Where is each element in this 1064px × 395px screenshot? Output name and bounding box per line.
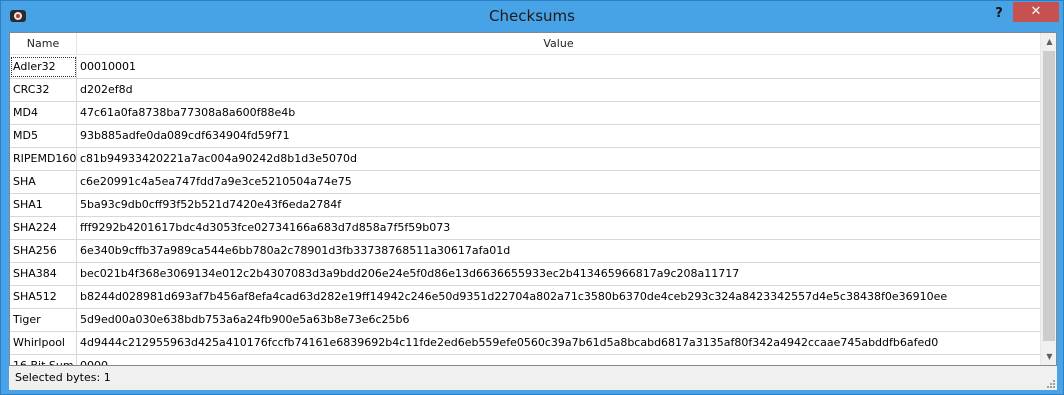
row-name[interactable]: SHA512 <box>10 286 77 308</box>
table-header: Name Value <box>10 33 1040 55</box>
checksums-window: Checksums ? ✕ Name Value Adler32 0001000… <box>0 0 1064 395</box>
column-header-name[interactable]: Name <box>10 33 77 55</box>
table-row[interactable]: SHA c6e20991c4a5ea747fdd7a9e3ce5210504a7… <box>10 171 1040 194</box>
row-value[interactable]: 00010001 <box>77 56 1040 78</box>
scrollbar-thumb[interactable] <box>1043 51 1055 341</box>
checksums-table: Name Value Adler32 00010001 CRC32 d202ef… <box>9 32 1057 366</box>
dialog-content: Name Value Adler32 00010001 CRC32 d202ef… <box>9 32 1057 390</box>
row-name[interactable]: Whirlpool <box>10 332 77 354</box>
row-value[interactable]: 5ba93c9db0cff93f52b521d7420e43f6eda2784f <box>77 194 1040 216</box>
table-row[interactable]: Whirlpool 4d9444c212955963d425a410176fcc… <box>10 332 1040 355</box>
row-name[interactable]: SHA <box>10 171 77 193</box>
row-value[interactable]: bec021b4f368e3069134e012c2b4307083d3a9bd… <box>77 263 1040 285</box>
table-body: Adler32 00010001 CRC32 d202ef8d MD4 47c6… <box>10 56 1040 365</box>
arrow-up-icon[interactable]: ▲ <box>1041 33 1056 50</box>
row-value[interactable]: 0000 <box>77 355 1040 365</box>
table-row[interactable]: SHA1 5ba93c9db0cff93f52b521d7420e43f6eda… <box>10 194 1040 217</box>
table-row[interactable]: SHA256 6e340b9cffb37a989ca544e6bb780a2c7… <box>10 240 1040 263</box>
row-value[interactable]: c81b94933420221a7ac004a90242d8b1d3e5070d <box>77 148 1040 170</box>
row-value[interactable]: d202ef8d <box>77 79 1040 101</box>
column-header-value[interactable]: Value <box>77 33 1040 55</box>
row-value[interactable]: c6e20991c4a5ea747fdd7a9e3ce5210504a74e75 <box>77 171 1040 193</box>
table-row[interactable]: SHA224 fff9292b4201617bdc4d3053fce027341… <box>10 217 1040 240</box>
table-row[interactable]: RIPEMD160 c81b94933420221a7ac004a90242d8… <box>10 148 1040 171</box>
row-value[interactable]: fff9292b4201617bdc4d3053fce02734166a683d… <box>77 217 1040 239</box>
resize-grip-icon[interactable] <box>1045 378 1055 388</box>
table-row[interactable]: 16 Bit Sum 0000 <box>10 355 1040 365</box>
row-name[interactable]: MD5 <box>10 125 77 147</box>
row-name[interactable]: SHA256 <box>10 240 77 262</box>
table-row[interactable]: MD5 93b885adfe0da089cdf634904fd59f71 <box>10 125 1040 148</box>
table-row[interactable]: SHA512 b8244d028981d693af7b456af8efa4cad… <box>10 286 1040 309</box>
row-name[interactable]: SHA1 <box>10 194 77 216</box>
arrow-down-icon[interactable]: ▼ <box>1041 348 1056 365</box>
selected-bytes-status: Selected bytes: 1 <box>15 371 111 384</box>
row-name[interactable]: Adler32 <box>10 56 77 78</box>
row-name[interactable]: Tiger <box>10 309 77 331</box>
table-row[interactable]: Tiger 5d9ed00a030e638bdb753a6a24fb900e5a… <box>10 309 1040 332</box>
row-name[interactable]: MD4 <box>10 102 77 124</box>
row-value[interactable]: 93b885adfe0da089cdf634904fd59f71 <box>77 125 1040 147</box>
row-name[interactable]: RIPEMD160 <box>10 148 77 170</box>
row-value[interactable]: 6e340b9cffb37a989ca544e6bb780a2c78901d3f… <box>77 240 1040 262</box>
row-value[interactable]: 47c61a0fa8738ba77308a8a600f88e4b <box>77 102 1040 124</box>
table-row[interactable]: MD4 47c61a0fa8738ba77308a8a600f88e4b <box>10 102 1040 125</box>
table-row[interactable]: CRC32 d202ef8d <box>10 79 1040 102</box>
table-row[interactable]: SHA384 bec021b4f368e3069134e012c2b430708… <box>10 263 1040 286</box>
close-button[interactable]: ✕ <box>1013 2 1059 22</box>
row-name[interactable]: SHA224 <box>10 217 77 239</box>
vertical-scrollbar[interactable]: ▲ ▼ <box>1040 33 1056 365</box>
row-value[interactable]: b8244d028981d693af7b456af8efa4cad63d282e… <box>77 286 1040 308</box>
row-value[interactable]: 5d9ed00a030e638bdb753a6a24fb900e5a63b8e7… <box>77 309 1040 331</box>
window-title: Checksums <box>489 7 575 25</box>
row-name[interactable]: SHA384 <box>10 263 77 285</box>
status-bar: Selected bytes: 1 <box>9 367 1057 390</box>
row-name[interactable]: 16 Bit Sum <box>10 355 77 365</box>
title-bar[interactable]: Checksums ? ✕ <box>1 1 1063 31</box>
table-row[interactable]: Adler32 00010001 <box>10 56 1040 79</box>
row-name[interactable]: CRC32 <box>10 79 77 101</box>
row-value[interactable]: 4d9444c212955963d425a410176fccfb74161e68… <box>77 332 1040 354</box>
help-button[interactable]: ? <box>989 5 1009 25</box>
